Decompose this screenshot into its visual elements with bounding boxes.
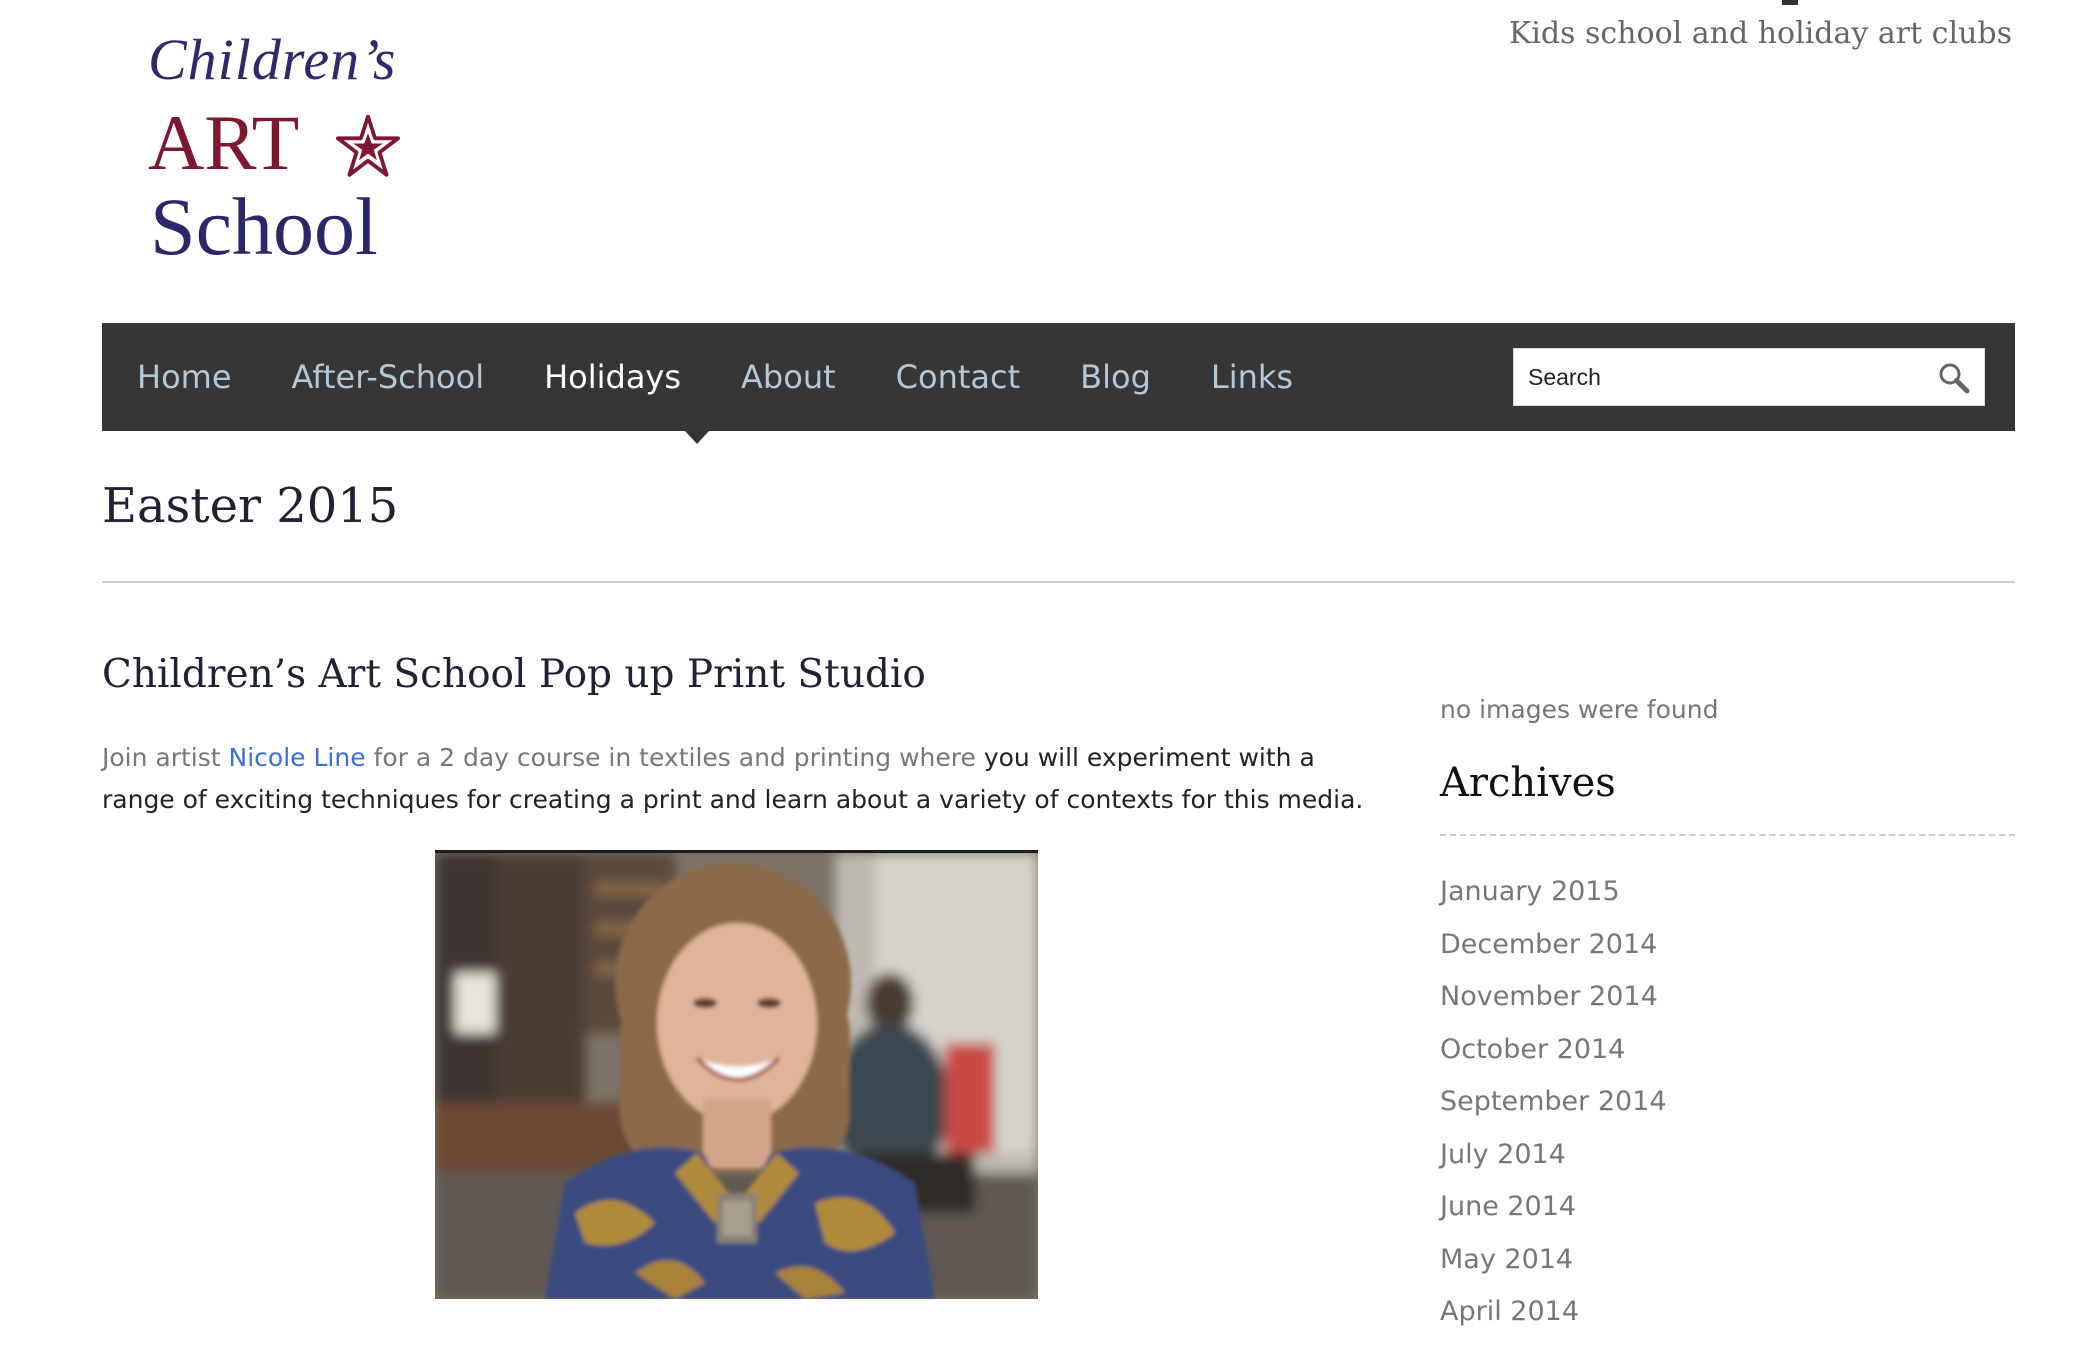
archive-link-september-2014[interactable]: September 2014 [1440, 1082, 1667, 1135]
artist-portrait-image [435, 853, 1038, 1299]
post-text-course: for a 2 day course in textiles and print… [365, 743, 984, 772]
site-tagline: Kids school and holiday art clubs [1508, 16, 2012, 51]
nav-item-contact[interactable]: Contact [896, 358, 1021, 396]
nav-item-about[interactable]: About [741, 358, 836, 396]
archive-link-may-2014[interactable]: May 2014 [1440, 1240, 1667, 1293]
nav-item-after-school[interactable]: After-School [292, 358, 485, 396]
nav-item-home[interactable]: Home [137, 358, 232, 396]
archive-link-november-2014[interactable]: November 2014 [1440, 977, 1667, 1030]
search-input[interactable] [1514, 349, 1914, 405]
archive-list: January 2015 December 2014 November 2014… [1440, 872, 1667, 1345]
main-navigation: Home After-School Holidays About Contact… [102, 323, 2015, 444]
title-divider [102, 581, 2015, 583]
archive-link-june-2014[interactable]: June 2014 [1440, 1187, 1667, 1240]
site-logo[interactable]: Children’s ART School [140, 18, 420, 272]
logo-text-childrens: Children’s [148, 27, 397, 92]
search-icon[interactable] [1938, 362, 1970, 394]
header-decoration [1782, 0, 1798, 5]
nav-menu: Home After-School Holidays About Contact… [102, 323, 1353, 431]
logo-text-school: School [150, 181, 378, 272]
archive-link-january-2015[interactable]: January 2015 [1440, 872, 1667, 925]
post-excerpt: Join artist Nicole Line for a 2 day cour… [102, 737, 1392, 821]
archives-divider [1440, 834, 2015, 836]
nav-item-links[interactable]: Links [1211, 358, 1293, 396]
search-box [1513, 348, 1985, 406]
post-title[interactable]: Children’s Art School Pop up Print Studi… [102, 652, 926, 697]
artist-photo [435, 850, 1038, 1299]
archives-heading: Archives [1440, 760, 1616, 806]
gallery-empty-message: no images were found [1440, 695, 1719, 724]
archive-link-april-2014[interactable]: April 2014 [1440, 1292, 1667, 1345]
active-nav-indicator [685, 431, 709, 444]
logo-text-art: ART [148, 99, 300, 186]
post-text-intro: Join artist [102, 743, 229, 772]
artist-link[interactable]: Nicole Line [229, 743, 366, 772]
page-title: Easter 2015 [102, 478, 399, 534]
archive-link-october-2014[interactable]: October 2014 [1440, 1030, 1667, 1083]
nav-item-blog[interactable]: Blog [1080, 358, 1151, 396]
archive-link-december-2014[interactable]: December 2014 [1440, 925, 1667, 978]
nav-item-holidays[interactable]: Holidays [544, 358, 681, 396]
star-icon [336, 114, 400, 177]
archive-link-july-2014[interactable]: July 2014 [1440, 1135, 1667, 1188]
